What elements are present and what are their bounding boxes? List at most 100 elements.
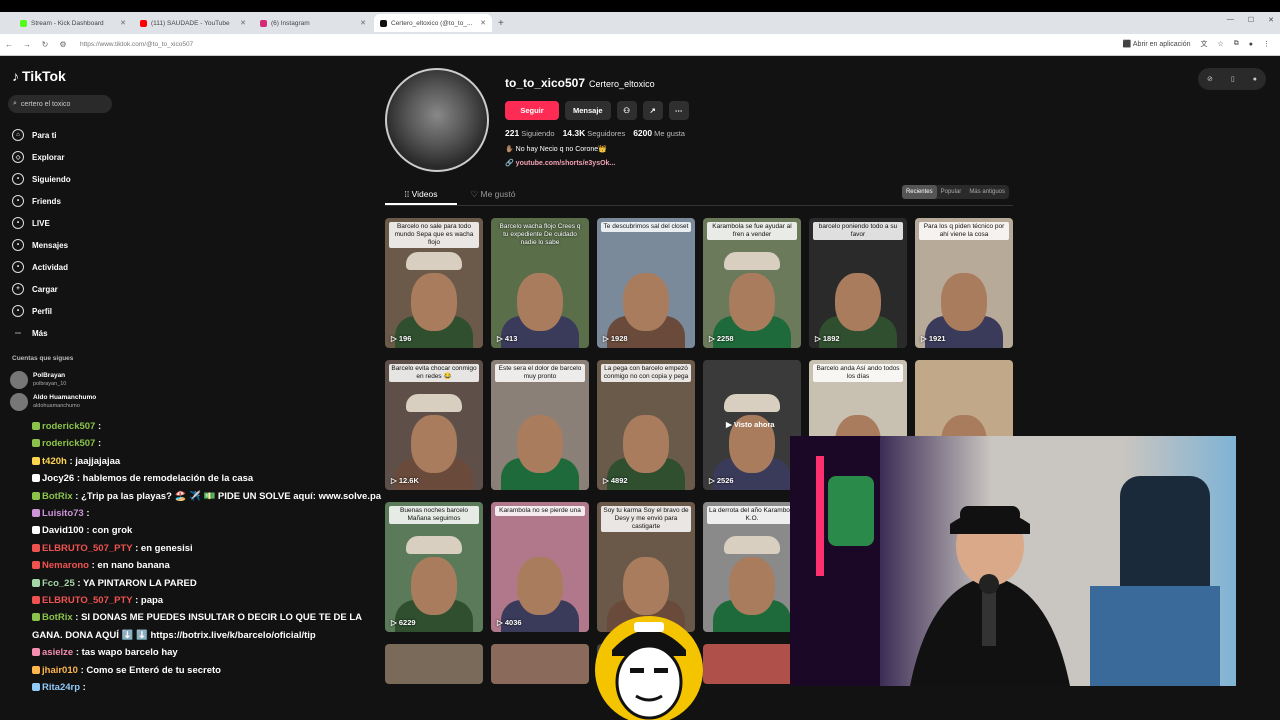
chat-username[interactable]: Fco_25	[42, 578, 75, 589]
chat-username[interactable]: roderick507	[42, 438, 95, 449]
menu-icon[interactable]: ⋮	[1263, 40, 1270, 48]
browser-tab[interactable]: (111) SAUDADE - YouTube ✕	[134, 14, 252, 32]
video-card[interactable]: Para los q piden técnico por ahí viene l…	[915, 218, 1013, 348]
following-account[interactable]: Aldo Huamanchumo aldohuamanchumo	[10, 393, 96, 411]
chat-username[interactable]: Rita24rp	[42, 682, 80, 693]
open-in-app-button[interactable]: ⬛ Abrir en aplicación	[1123, 40, 1191, 48]
add-friend-icon[interactable]: ⚇	[616, 101, 637, 120]
search-input[interactable]: ⌕ certero el toxico	[8, 95, 112, 113]
maximize-icon[interactable]: ☐	[1248, 16, 1254, 24]
chat-username[interactable]: BotRix	[42, 491, 73, 502]
sort-oldest[interactable]: Más antiguos	[965, 185, 1009, 199]
sidebar-item-friends[interactable]: • Friends	[12, 190, 71, 212]
close-icon[interactable]: ✕	[360, 19, 366, 27]
user-avatar[interactable]: ●	[1253, 76, 1257, 83]
back-icon[interactable]: ←	[0, 40, 18, 49]
video-card[interactable]: barcelo poniendo todo a su favor ▷ 1892	[809, 218, 907, 348]
following-stat[interactable]: 221 Siguiendo	[505, 128, 555, 138]
coins-icon[interactable]: ⊘	[1207, 75, 1213, 83]
bookmark-icon[interactable]: ☆	[1217, 40, 1223, 48]
chat-username[interactable]: ELBRUTO_507_PTY	[42, 543, 132, 554]
sidebar-item-explorar[interactable]: ◇ Explorar	[12, 146, 71, 168]
sort-popular[interactable]: Popular	[937, 185, 966, 199]
follow-button[interactable]: Seguir	[505, 101, 559, 120]
profile-avatar-icon[interactable]: ●	[1249, 41, 1253, 48]
reload-icon[interactable]: ↻	[36, 40, 54, 49]
tiktok-icon	[380, 19, 387, 27]
close-icon[interactable]: ✕	[480, 19, 486, 27]
profile-actions: Seguir Mensaje ⚇ ↗ ⋯	[505, 101, 905, 120]
chat-username[interactable]: asielze	[42, 647, 73, 658]
profile-stats: 221 Siguiendo 14.3K Seguidores 6200 Me gust…	[505, 128, 905, 138]
translate-icon[interactable]: 文	[1200, 39, 1207, 49]
heart-icon: ♡	[470, 189, 479, 199]
video-card[interactable]: Karambola se fue ayudar al fren a vender…	[703, 218, 801, 348]
sidebar-item-siguiendo[interactable]: • Siguiendo	[12, 168, 71, 190]
browser-tab-active[interactable]: Certero_eltoxico (@to_to_... ✕	[374, 14, 492, 32]
sidebar-item-perfil[interactable]: • Perfil	[12, 300, 71, 322]
chat-username[interactable]: roderick507	[42, 421, 95, 432]
tab-videos[interactable]: ⁞⁞ Videos	[385, 184, 457, 205]
sidebar-item-mas[interactable]: ⋯ Más	[12, 322, 71, 344]
tiktok-logo[interactable]: ♪ TikTok	[12, 68, 66, 84]
webcam-scene	[790, 436, 1220, 686]
video-card[interactable]: Barcelo evita chocar conmigo en redes 😂 ▷…	[385, 360, 483, 490]
following-account[interactable]: PolBrayan polbrayan_10	[10, 371, 66, 389]
url-field[interactable]: https://www.tiktok.com/@to_to_xico507	[80, 41, 193, 48]
close-window-icon[interactable]: ✕	[1268, 16, 1274, 24]
tab-liked[interactable]: ♡ Me gustó	[457, 184, 529, 205]
site-info-icon[interactable]: ⚙	[54, 40, 72, 49]
chat-text: : en genesisi	[135, 542, 193, 554]
thumbnail-face	[517, 556, 563, 615]
video-card[interactable]: Karambola no se pierde una ▷ 4036	[491, 502, 589, 632]
share-icon[interactable]: ↗	[642, 101, 663, 120]
new-tab-button[interactable]: +	[498, 18, 504, 29]
video-card[interactable]: Buenas noches barcelo Mañana seguimos ▷ 6…	[385, 502, 483, 632]
chat-username[interactable]: ELBRUTO_507_PTY	[42, 595, 132, 606]
window-controls: — ☐ ✕	[1227, 16, 1274, 24]
video-card[interactable]	[385, 644, 483, 684]
sort-recent[interactable]: Recientes	[901, 185, 937, 199]
forward-icon[interactable]: →	[18, 40, 36, 49]
profile-link[interactable]: 🔗 youtube.com/shorts/e3ysOk...	[505, 159, 905, 167]
chat-username[interactable]: jhair010	[42, 665, 78, 676]
video-card[interactable]	[491, 644, 589, 684]
close-icon[interactable]: ✕	[240, 19, 246, 27]
sidebar-item-mensajes[interactable]: • Mensajes	[12, 234, 71, 256]
followers-stat[interactable]: 14.3K Seguidores	[563, 128, 626, 138]
more-options-icon[interactable]: ⋯	[668, 101, 689, 120]
chat-username[interactable]: t420h	[42, 456, 67, 467]
top-right-actions: ⊘ ▯ ●	[1198, 68, 1266, 90]
video-card[interactable]: Barcelo wacha flojo Crees q tu expedient…	[491, 218, 589, 348]
close-icon[interactable]: ✕	[120, 19, 126, 27]
video-card[interactable]: La derrota del año Karambola K.O.	[703, 502, 801, 632]
sidebar-item-actividad[interactable]: • Actividad	[12, 256, 71, 278]
video-card[interactable]: Te descubrimos sal del closet ▷ 1928	[597, 218, 695, 348]
chat-username[interactable]: BotRix	[42, 612, 73, 623]
sidebar-item-cargar[interactable]: + Cargar	[12, 278, 71, 300]
chat-username[interactable]: Nemarono	[42, 560, 89, 571]
thumbnail-face	[729, 272, 775, 331]
video-card[interactable]	[703, 644, 801, 684]
browser-tab[interactable]: Stream - Kick Dashboard ✕	[14, 14, 132, 32]
sidebar-item-live[interactable]: • LIVE	[12, 212, 71, 234]
browser-tab[interactable]: (6) Instagram ✕	[254, 14, 372, 32]
video-card[interactable]: Este sera el dolor de barcelo muy pronto	[491, 360, 589, 490]
chat-message: Rita24rp :	[32, 679, 392, 696]
video-card[interactable]: La pega con barcelo empezó conmigo no co…	[597, 360, 695, 490]
thumbnail-cap	[724, 535, 780, 554]
message-button[interactable]: Mensaje	[565, 101, 611, 120]
chat-username[interactable]: David100	[42, 525, 84, 536]
minimize-icon[interactable]: —	[1227, 16, 1234, 24]
chat-text: : con grok	[86, 525, 133, 537]
video-caption: Para los q piden técnico por ahí viene l…	[919, 222, 1009, 240]
extensions-icon[interactable]: ⧉	[1234, 40, 1239, 48]
profile-icon: •	[12, 305, 24, 317]
video-card[interactable]: Barcelo no sale para todo mundo Sepa que…	[385, 218, 483, 348]
chat-badge-icon	[32, 561, 40, 570]
sidebar-item-para-ti[interactable]: ⌂ Para ti	[12, 124, 71, 146]
webcam-feed	[790, 436, 1236, 686]
device-icon[interactable]: ▯	[1231, 75, 1235, 83]
chat-username[interactable]: Luisito73	[42, 508, 84, 519]
chat-username[interactable]: Jocy26	[42, 473, 74, 484]
